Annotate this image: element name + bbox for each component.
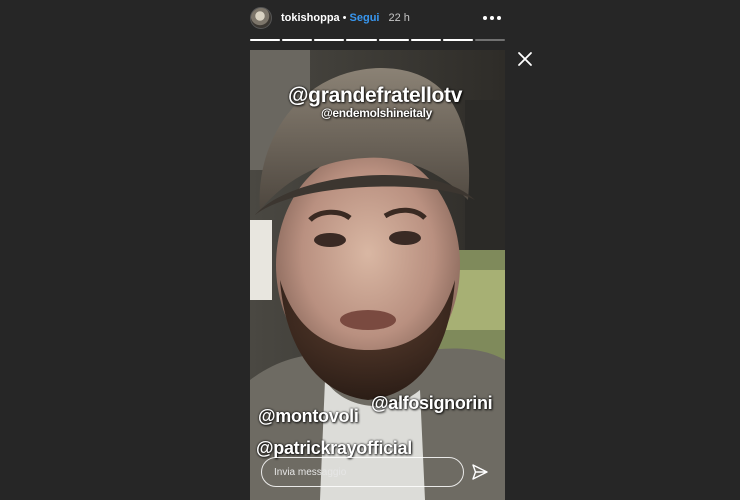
- progress-segment: [442, 39, 473, 41]
- avatar[interactable]: [250, 7, 272, 29]
- mention-tag[interactable]: @grandefratellotv: [288, 84, 462, 108]
- story-header: tokishoppa • Segui 22 h: [250, 6, 505, 30]
- separator-dot: •: [342, 12, 347, 24]
- progress-segment: [314, 39, 345, 41]
- progress-fill: [442, 39, 473, 41]
- send-icon[interactable]: [471, 463, 489, 481]
- progress-fill: [378, 39, 409, 41]
- progress-fill: [282, 39, 313, 41]
- progress-segment: [282, 39, 313, 41]
- mention-tag[interactable]: @alfosignorini: [371, 393, 493, 414]
- mention-tag[interactable]: @montovoli: [258, 406, 359, 427]
- mention-tag[interactable]: @endemolshineitaly: [321, 106, 432, 120]
- progress-fill: [314, 39, 345, 41]
- username[interactable]: tokishoppa: [281, 12, 340, 24]
- progress-fill: [410, 39, 441, 41]
- story-media[interactable]: @grandefratellotv @endemolshineitaly @al…: [250, 50, 505, 500]
- more-horizontal-icon[interactable]: [483, 10, 501, 26]
- progress-fill: [346, 39, 377, 41]
- close-icon[interactable]: [517, 51, 533, 67]
- timestamp: 22 h: [388, 12, 410, 24]
- progress-segment: [346, 39, 377, 41]
- progress-segment: [250, 39, 281, 41]
- follow-button[interactable]: Segui: [350, 12, 380, 24]
- progress-segment: [474, 39, 505, 41]
- message-input[interactable]: Invia messaggio: [261, 457, 464, 487]
- story-progress-bar: [250, 39, 505, 41]
- progress-fill: [250, 39, 281, 41]
- progress-segment: [378, 39, 409, 41]
- mention-tag[interactable]: @patrickrayofficial: [256, 438, 412, 459]
- message-placeholder: Invia messaggio: [274, 466, 347, 478]
- progress-segment: [410, 39, 441, 41]
